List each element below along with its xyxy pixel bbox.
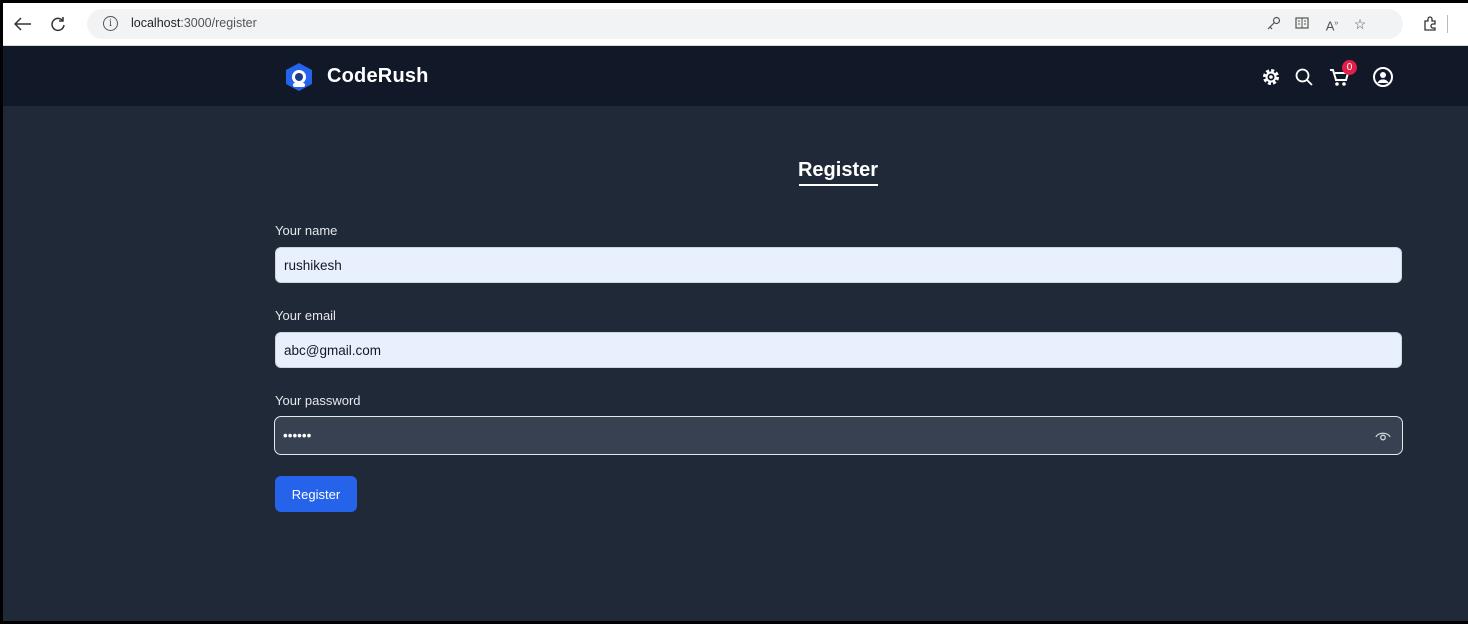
url-text: localhost:3000/register bbox=[131, 16, 257, 30]
browser-window: i localhost:3000/register A» ☆ CodeRush bbox=[0, 0, 1468, 624]
browser-toolbar: i localhost:3000/register A» ☆ bbox=[3, 3, 1468, 46]
name-input[interactable] bbox=[275, 247, 1402, 283]
user-account-icon[interactable] bbox=[1372, 66, 1394, 88]
reload-icon[interactable] bbox=[46, 12, 70, 36]
cart-count-badge: 0 bbox=[1342, 60, 1357, 75]
read-aloud-icon[interactable]: A» bbox=[1323, 15, 1341, 33]
favorite-star-icon[interactable]: ☆ bbox=[1351, 15, 1369, 33]
name-label: Your name bbox=[275, 223, 338, 238]
title-underline bbox=[799, 184, 878, 186]
settings-gear-icon[interactable] bbox=[1260, 66, 1282, 88]
page-title: Register bbox=[797, 159, 879, 181]
register-button[interactable]: Register bbox=[275, 476, 357, 512]
back-icon[interactable] bbox=[11, 12, 35, 36]
show-password-eye-icon[interactable] bbox=[1375, 429, 1391, 441]
extensions-icon[interactable] bbox=[1421, 15, 1439, 33]
reader-icon[interactable] bbox=[1293, 15, 1311, 33]
address-bar[interactable]: i localhost:3000/register bbox=[87, 9, 1403, 39]
password-input[interactable] bbox=[274, 416, 1403, 455]
brand-name[interactable]: CodeRush bbox=[327, 65, 429, 88]
search-icon[interactable] bbox=[1293, 66, 1315, 88]
register-page: Register Your name Your email Your passw… bbox=[3, 106, 1468, 621]
password-label: Your password bbox=[275, 393, 361, 408]
coderush-logo-icon[interactable] bbox=[285, 62, 313, 92]
toolbar-divider bbox=[1447, 15, 1448, 33]
key-icon[interactable] bbox=[1265, 15, 1283, 33]
email-label: Your email bbox=[275, 308, 336, 323]
app-navbar: CodeRush bbox=[3, 46, 1468, 106]
info-icon[interactable]: i bbox=[103, 16, 118, 31]
email-input[interactable] bbox=[275, 332, 1402, 368]
